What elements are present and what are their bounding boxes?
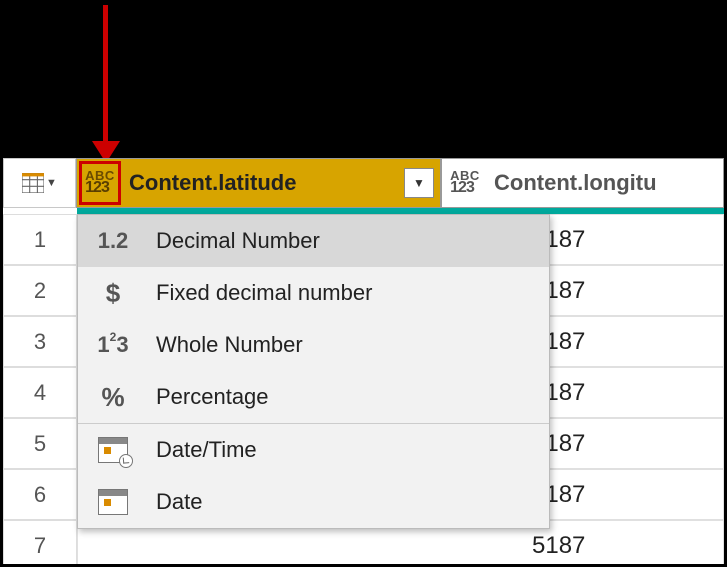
column-name: Content.longitu [494,170,657,196]
menu-item-date[interactable]: Date [78,476,549,528]
row-number[interactable]: 2 [3,265,77,316]
annotation-arrow-line [103,5,108,145]
decimal-icon: 1.2 [92,228,134,254]
menu-item-percentage[interactable]: % Percentage [78,371,549,423]
column-name: Content.latitude [129,170,296,196]
menu-label: Date/Time [156,437,535,463]
column-header-longitude[interactable]: ABC 123 Content.longitu [441,158,724,208]
row-number[interactable]: 3 [3,316,77,367]
chevron-down-icon: ▼ [413,176,425,190]
screenshot-root: ▼ ABC 123 Content.latitude ▼ ABC [0,0,727,567]
row-number[interactable]: 5 [3,418,77,469]
select-all-corner[interactable]: ▼ [3,158,76,208]
menu-item-fixed-decimal[interactable]: $ Fixed decimal number [78,267,549,319]
row-number[interactable]: 1 [3,214,77,265]
table-icon [22,173,44,193]
any-type-icon: ABC 123 [450,171,480,194]
row-number[interactable]: 7 [3,520,77,567]
menu-label: Percentage [156,384,535,410]
data-type-dropdown: 1.2 Decimal Number $ Fixed decimal numbe… [77,214,550,529]
menu-label: Decimal Number [156,228,535,254]
date-icon [92,489,134,515]
redacted-top-area [3,3,724,158]
datetime-icon [92,437,134,463]
menu-label: Date [156,489,535,515]
chevron-down-icon: ▼ [46,177,57,189]
column-filter-button[interactable]: ▼ [404,168,434,198]
menu-item-date-time[interactable]: Date/Time [78,424,549,476]
column-header-latitude[interactable]: ABC 123 Content.latitude ▼ [76,158,441,208]
menu-item-whole-number[interactable]: 123 Whole Number [78,319,549,371]
data-type-button[interactable]: ABC 123 [81,163,119,203]
whole-number-icon: 123 [92,332,134,358]
percent-icon: % [92,382,134,413]
header-row: ▼ ABC 123 Content.latitude ▼ ABC [3,158,724,208]
row-number[interactable]: 4 [3,367,77,418]
currency-icon: $ [92,278,134,309]
data-type-button[interactable]: ABC 123 [446,163,484,203]
menu-item-decimal-number[interactable]: 1.2 Decimal Number [78,215,549,267]
menu-label: Whole Number [156,332,535,358]
row-number[interactable]: 6 [3,469,77,520]
any-type-icon: ABC 123 [85,171,115,194]
menu-label: Fixed decimal number [156,280,535,306]
